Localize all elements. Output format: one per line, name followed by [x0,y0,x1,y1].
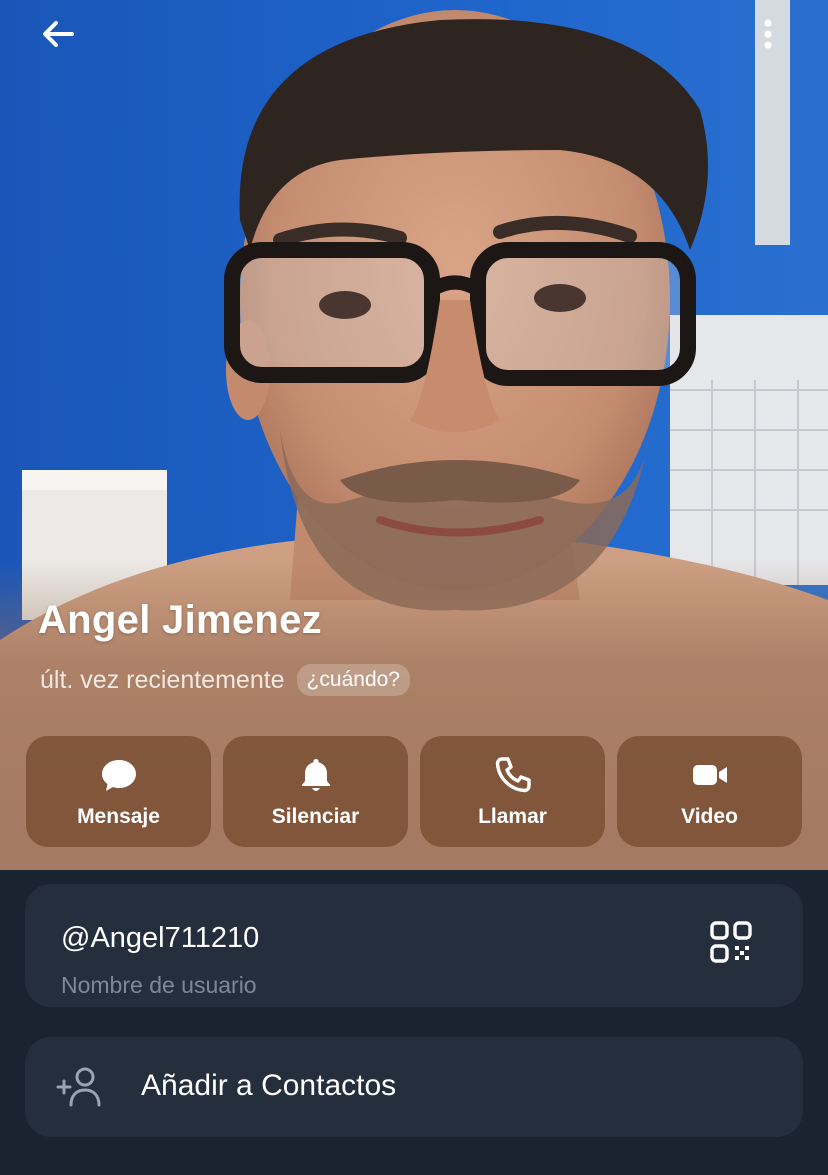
profile-header: Angel Jimenez últ. vez recientemente ¿cu… [0,0,828,870]
message-label: Mensaje [77,804,160,828]
qr-code-icon[interactable] [709,920,753,964]
more-options-button[interactable] [744,10,792,58]
add-person-icon [56,1067,101,1107]
username-card[interactable]: @Angel711210 Nombre de usuario [25,884,803,1007]
arrow-left-icon [43,21,74,47]
bell-icon [301,758,330,791]
info-panel: @Angel711210 Nombre de usuario Añadir a … [0,870,828,1175]
video-label: Video [681,804,738,828]
last-seen-row: últ. vez recientemente ¿cuándo? [40,664,410,696]
profile-name: Angel Jimenez [38,598,322,642]
back-button[interactable] [34,10,82,58]
video-button[interactable]: Video [617,736,802,847]
add-to-contacts-label: Añadir a Contactos [141,1069,397,1102]
mute-label: Silenciar [271,804,360,828]
add-to-contacts-button[interactable]: Añadir a Contactos [25,1037,803,1137]
chat-bubble-icon [101,759,136,791]
video-camera-icon [692,764,727,785]
message-button[interactable]: Mensaje [26,736,211,847]
more-vertical-icon [764,19,772,49]
last-seen-status: últ. vez recientemente [40,665,285,694]
username-value: @Angel711210 [61,922,260,954]
when-chip-button[interactable]: ¿cuándo? [296,664,410,696]
action-bar: Mensaje Silenciar Llamar Video [26,736,802,847]
phone-icon [495,756,531,792]
username-caption: Nombre de usuario [61,972,257,998]
call-button[interactable]: Llamar [420,736,605,847]
call-label: Llamar [478,804,547,828]
mute-button[interactable]: Silenciar [223,736,408,847]
